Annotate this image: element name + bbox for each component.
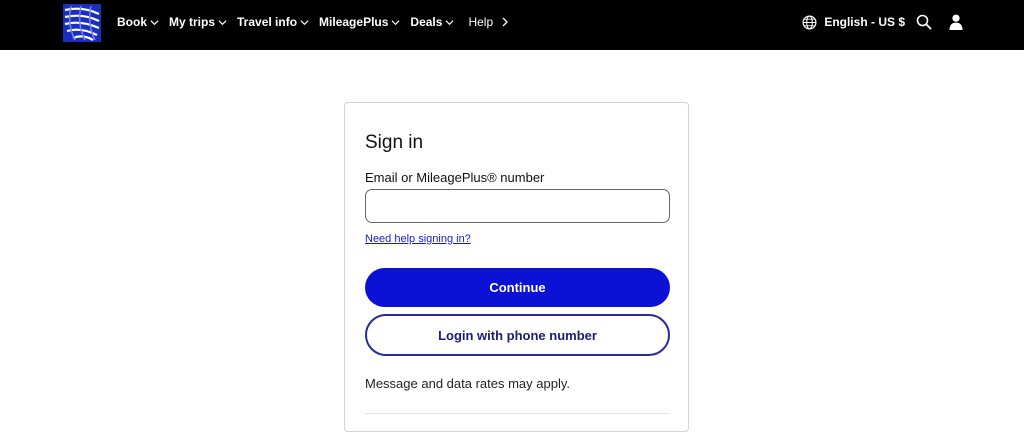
globe-icon bbox=[802, 15, 817, 29]
nav-label: My trips bbox=[169, 15, 216, 29]
nav-help[interactable]: Help bbox=[468, 15, 509, 29]
help-signing-in-link[interactable]: Need help signing in? bbox=[365, 233, 471, 245]
nav-my-trips[interactable]: My trips bbox=[169, 15, 227, 29]
nav-label: Deals bbox=[410, 15, 443, 29]
header-tools: English - US $ bbox=[802, 0, 964, 44]
divider bbox=[365, 413, 670, 414]
email-label: Email or MileagePlus® number bbox=[365, 170, 545, 185]
nav-label: Travel info bbox=[237, 15, 298, 29]
continue-button[interactable]: Continue bbox=[365, 268, 670, 307]
search-icon[interactable] bbox=[916, 14, 932, 30]
main-nav: Book My trips Travel info MileagePlus De… bbox=[117, 0, 519, 44]
nav-deals[interactable]: Deals bbox=[410, 15, 454, 29]
nav-label: Help bbox=[468, 15, 494, 29]
chevron-down-icon bbox=[218, 19, 227, 25]
chevron-down-icon bbox=[445, 19, 454, 25]
signin-card: Sign in Email or MileagePlus® number Nee… bbox=[344, 102, 689, 432]
login-with-phone-button[interactable]: Login with phone number bbox=[365, 314, 670, 356]
nav-travel-info[interactable]: Travel info bbox=[237, 15, 309, 29]
nav-label: MileagePlus bbox=[319, 15, 389, 29]
language-label: English - US $ bbox=[824, 15, 905, 29]
language-selector[interactable]: English - US $ bbox=[802, 15, 905, 30]
globe-logo-icon[interactable] bbox=[63, 4, 101, 42]
email-field[interactable] bbox=[365, 189, 670, 223]
chevron-down-icon bbox=[150, 19, 159, 25]
signin-title: Sign in bbox=[365, 132, 424, 153]
top-nav-bar: Book My trips Travel info MileagePlus De… bbox=[0, 0, 1024, 50]
chevron-right-icon bbox=[502, 17, 509, 27]
data-rates-disclaimer: Message and data rates may apply. bbox=[365, 376, 570, 391]
nav-book[interactable]: Book bbox=[117, 15, 159, 29]
chevron-down-icon bbox=[391, 19, 400, 25]
nav-label: Book bbox=[117, 15, 147, 29]
user-icon[interactable] bbox=[948, 14, 964, 30]
nav-mileageplus[interactable]: MileagePlus bbox=[319, 15, 400, 29]
chevron-down-icon bbox=[300, 19, 309, 25]
